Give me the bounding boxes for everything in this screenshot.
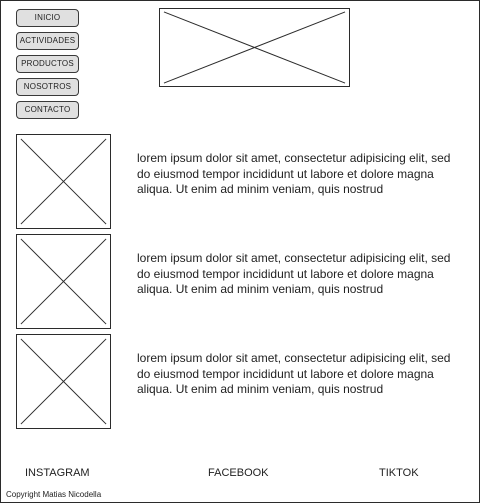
nav-button-productos[interactable]: PRODUCTOS [16, 55, 79, 73]
header-image-placeholder [159, 8, 350, 87]
content-paragraph-1: lorem ipsum dolor sit amet, consectetur … [137, 151, 451, 197]
content-image-placeholder-2 [16, 234, 111, 329]
image-placeholder-icon [20, 138, 107, 225]
copyright-text: Copyright Matias Nicodella [6, 490, 102, 499]
nav-button-inicio[interactable]: INICIO [16, 9, 79, 27]
content-paragraph-3: lorem ipsum dolor sit amet, consectetur … [137, 351, 451, 397]
image-placeholder-icon [20, 338, 107, 425]
content-image-placeholder-3 [16, 334, 111, 429]
facebook-link[interactable]: FACEBOOK [208, 467, 269, 479]
content-paragraph-2: lorem ipsum dolor sit amet, consectetur … [137, 251, 451, 297]
image-placeholder-icon [163, 11, 346, 84]
nav-button-actividades[interactable]: ACTIVIDADES [16, 32, 79, 50]
nav-button-nosotros[interactable]: NOSOTROS [16, 78, 79, 96]
instagram-link[interactable]: INSTAGRAM [25, 467, 90, 479]
content-image-placeholder-1 [16, 134, 111, 229]
image-placeholder-icon [20, 238, 107, 325]
nav-button-contacto[interactable]: CONTACTO [16, 101, 79, 119]
page-frame: INICIO ACTIVIDADES PRODUCTOS NOSOTROS CO… [0, 0, 480, 503]
tiktok-link[interactable]: TIKTOK [379, 467, 419, 479]
